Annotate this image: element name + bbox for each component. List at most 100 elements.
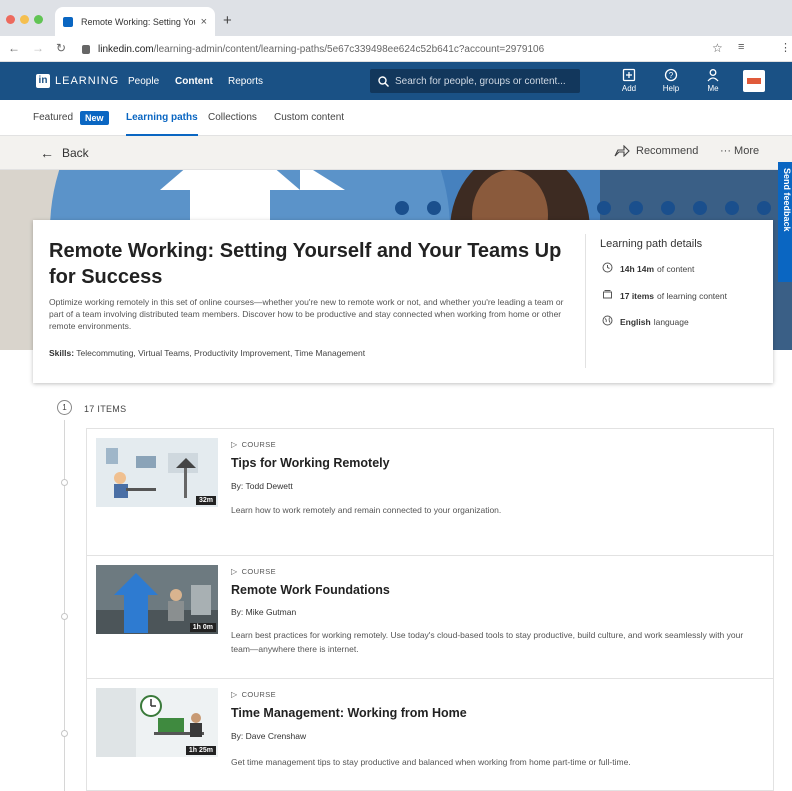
new-badge: New — [80, 111, 109, 125]
send-feedback-tab[interactable]: Send feedback — [778, 162, 792, 282]
step-number: 1 — [57, 400, 72, 415]
language-suffix: language — [653, 317, 689, 327]
items-count: 17 ITEMS — [84, 404, 127, 414]
account-logo[interactable] — [743, 70, 765, 92]
learning-path-card: Remote Working: Setting Yourself and You… — [33, 220, 773, 383]
course-thumbnail[interactable]: 1h 25m — [96, 688, 218, 757]
search-placeholder: Search for people, groups or content... — [395, 75, 566, 87]
course-type-label: COURSE — [241, 567, 277, 576]
back-nav-icon[interactable]: ← — [8, 41, 20, 55]
hero-dot — [725, 201, 739, 215]
items-suffix: of learning content — [657, 291, 727, 301]
course-type: ▷ COURSE — [231, 690, 276, 699]
search-icon — [378, 75, 389, 87]
tab-learning-paths[interactable]: Learning paths — [126, 112, 198, 136]
search-input[interactable]: Search for people, groups or content... — [370, 69, 580, 93]
duration-value: 14h 14m — [620, 264, 655, 274]
tab-featured[interactable]: Featured — [33, 112, 73, 123]
person-icon — [707, 69, 719, 82]
stack-icon — [600, 289, 614, 303]
help-button[interactable]: ? Help — [656, 68, 686, 93]
hero-dot — [693, 201, 707, 215]
reading-list-icon[interactable]: ≡ — [738, 41, 744, 53]
timeline-node — [61, 479, 68, 486]
items-value: 17 items — [620, 291, 655, 301]
tab-custom-content[interactable]: Custom content — [274, 112, 344, 123]
globe-icon — [600, 315, 614, 329]
duration-badge: 1h 25m — [185, 746, 216, 755]
url-field[interactable]: linkedin.com/learning-admin/content/lear… — [82, 39, 742, 59]
browser-tab-bar: Remote Working: Setting Yours × + — [0, 0, 792, 36]
skills-label: Skills: — [49, 348, 75, 358]
play-icon: ▷ — [231, 690, 238, 699]
language-value: English — [620, 317, 651, 327]
recommend-label: Recommend — [636, 145, 699, 157]
course-author: By: Mike Gutman — [231, 607, 297, 617]
course-card[interactable]: 1h 0m ▷ COURSE Remote Work Foundations B… — [86, 555, 774, 679]
course-author: By: Todd Dewett — [231, 481, 293, 491]
add-icon — [622, 68, 636, 82]
tab-title: Remote Working: Setting Yours — [81, 16, 195, 27]
course-card[interactable]: 1h 25m ▷ COURSE Time Management: Working… — [86, 678, 774, 791]
address-bar: ← → ↻ linkedin.com/learning-admin/conten… — [0, 36, 792, 62]
timeline-node — [61, 730, 68, 737]
top-navigation: in LEARNING People Content Reports Searc… — [0, 62, 792, 100]
course-type: ▷ COURSE — [231, 567, 276, 576]
action-bar: ← Back Recommend ··· More — [0, 136, 792, 170]
nav-content[interactable]: Content — [175, 76, 213, 87]
details-heading: Learning path details — [600, 238, 703, 250]
hero-dot — [395, 201, 409, 215]
detail-items: 17 items of learning content — [600, 289, 727, 303]
me-button[interactable]: Me — [698, 68, 728, 93]
more-button[interactable]: ··· More — [720, 145, 759, 157]
course-type: ▷ COURSE — [231, 440, 276, 449]
browser-menu-icon[interactable]: ⋮ — [780, 41, 791, 54]
back-button[interactable]: ← Back — [40, 145, 89, 161]
account-logo-mark — [747, 78, 761, 84]
forward-nav-icon[interactable]: → — [32, 41, 44, 55]
bookmark-star-icon[interactable]: ☆ — [712, 41, 723, 55]
hero-dot — [629, 201, 643, 215]
window-minimize-button[interactable] — [20, 15, 29, 24]
course-title[interactable]: Remote Work Foundations — [231, 583, 390, 597]
course-description: Get time management tips to stay product… — [231, 757, 631, 767]
duration-suffix: of content — [657, 264, 695, 274]
course-card[interactable]: 32m ▷ COURSE Tips for Working Remotely B… — [86, 428, 774, 556]
add-label: Add — [621, 84, 637, 93]
url-host: linkedin.com — [98, 43, 154, 55]
course-type-label: COURSE — [241, 690, 277, 699]
window-close-button[interactable] — [6, 15, 15, 24]
nav-people[interactable]: People — [128, 76, 159, 87]
course-type-label: COURSE — [241, 440, 277, 449]
me-label: Me — [707, 84, 719, 93]
course-title[interactable]: Tips for Working Remotely — [231, 456, 390, 470]
more-label: More — [734, 145, 760, 157]
course-author: By: Dave Crenshaw — [231, 731, 307, 741]
tab-close-icon[interactable]: × — [201, 16, 207, 28]
course-title[interactable]: Time Management: Working from Home — [231, 706, 467, 720]
course-thumbnail[interactable]: 1h 0m — [96, 565, 218, 634]
course-description: Learn best practices for working remotel… — [231, 630, 744, 654]
window-zoom-button[interactable] — [34, 15, 43, 24]
course-thumbnail[interactable]: 32m — [96, 438, 218, 507]
help-icon: ? — [664, 68, 678, 82]
play-icon: ▷ — [231, 440, 238, 449]
lock-icon — [82, 44, 90, 54]
nav-reports[interactable]: Reports — [228, 76, 263, 87]
duration-badge: 1h 0m — [189, 623, 216, 632]
page-title: Remote Working: Setting Yourself and You… — [49, 240, 562, 288]
arrow-left-icon: ← — [40, 145, 54, 161]
url-path: /learning-admin/content/learning-paths/5… — [153, 43, 545, 55]
tab-collections[interactable]: Collections — [208, 112, 257, 123]
hero-dot — [661, 201, 675, 215]
hero-dot — [427, 201, 441, 215]
linkedin-logo-icon[interactable]: in — [36, 74, 50, 88]
learning-wordmark[interactable]: LEARNING — [55, 75, 119, 87]
browser-tab[interactable]: Remote Working: Setting Yours × — [55, 7, 215, 36]
skills-line: Skills: Telecommuting, Virtual Teams, Pr… — [49, 348, 589, 358]
recommend-button[interactable]: Recommend — [614, 145, 698, 157]
add-button[interactable]: Add — [614, 68, 644, 93]
path-description: Optimize working remotely in this set of… — [49, 297, 564, 331]
new-tab-button[interactable]: + — [223, 12, 232, 29]
reload-icon[interactable]: ↻ — [56, 41, 66, 55]
